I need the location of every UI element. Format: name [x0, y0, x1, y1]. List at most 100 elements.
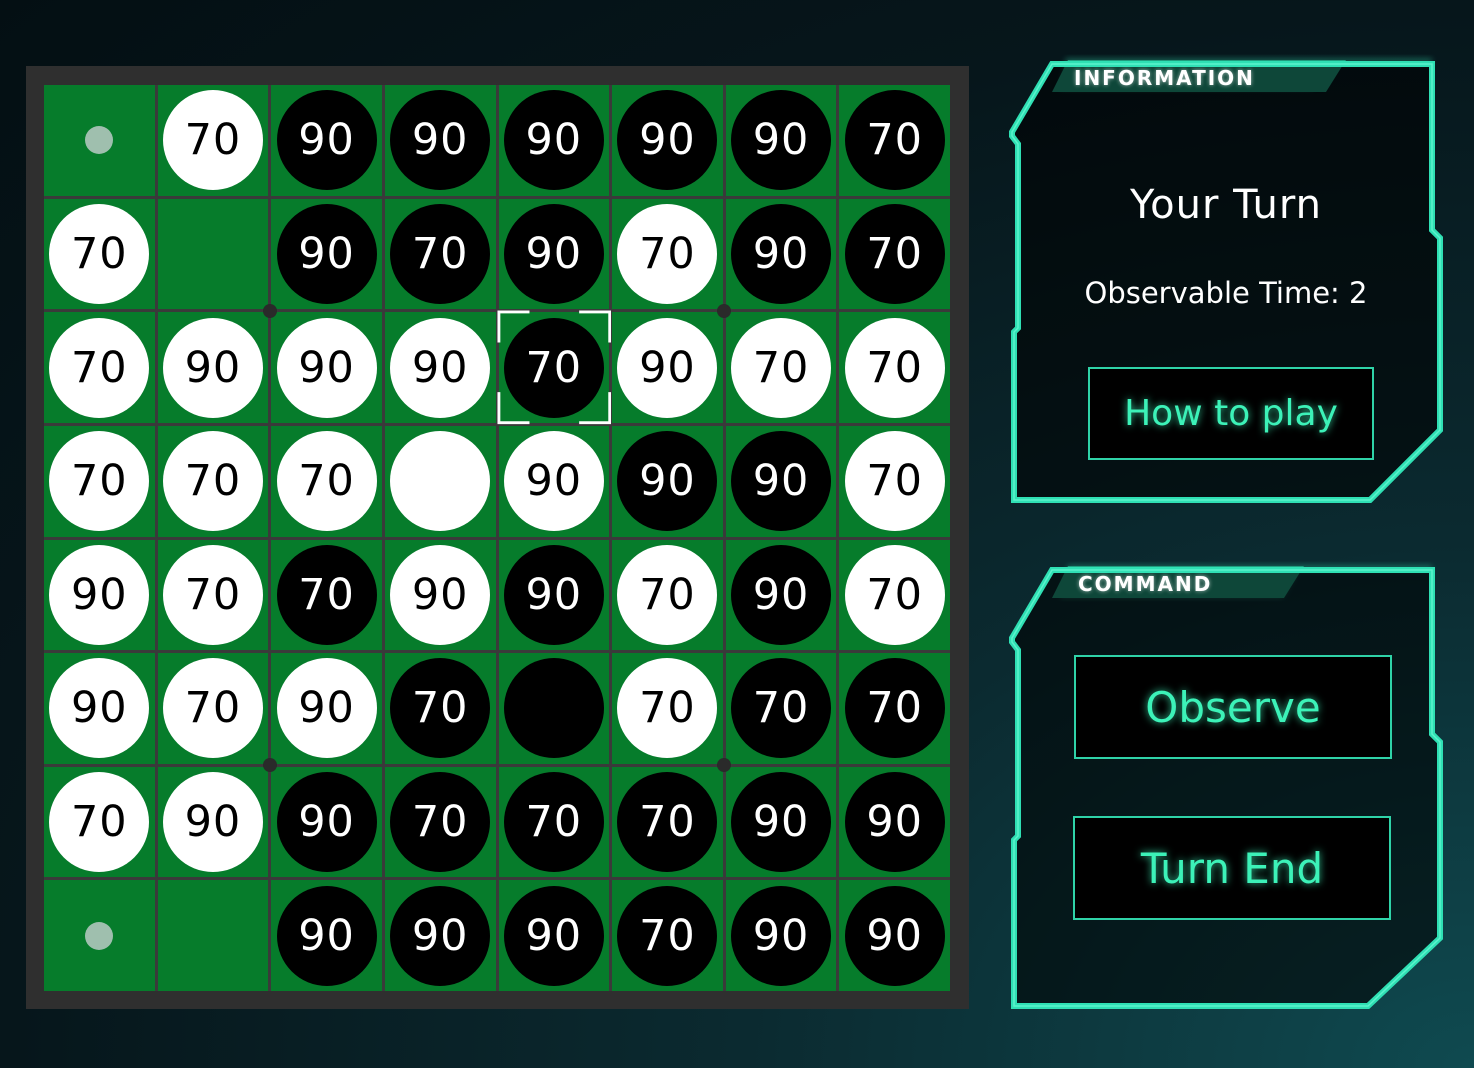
board-cell-r8-c1[interactable]: [44, 880, 155, 991]
board-cell-r4-c8[interactable]: 70: [839, 425, 950, 537]
board-cell-r1-c2[interactable]: 70: [157, 85, 269, 196]
black-disc: 90: [844, 772, 945, 873]
how-to-play-button[interactable]: How to play: [1088, 367, 1374, 460]
black-disc: 90: [276, 885, 377, 986]
white-disc: 90: [617, 317, 718, 418]
board-cell-r1-c7[interactable]: 90: [725, 85, 837, 196]
board-cell-r5-c5[interactable]: 90: [498, 539, 610, 651]
board-cell-r6-c7[interactable]: 70: [725, 653, 837, 764]
board-cell-r3-c5[interactable]: 70: [496, 310, 611, 425]
black-disc: 70: [503, 772, 604, 873]
board-cell-r1-c5[interactable]: 90: [498, 85, 610, 196]
white-disc: 70: [617, 658, 718, 759]
board-cell-r4-c5[interactable]: 90: [498, 425, 610, 537]
black-disc: 90: [731, 203, 832, 304]
black-disc: 90: [617, 431, 718, 532]
board-cell-r7-c7[interactable]: 90: [725, 766, 837, 878]
white-disc: 70: [162, 431, 263, 532]
board-cell-r6-c5[interactable]: [498, 653, 610, 764]
board-cell-r7-c8[interactable]: 90: [839, 766, 950, 878]
board-cell-r6-c1[interactable]: 90: [44, 653, 155, 764]
black-disc: 90: [731, 431, 832, 532]
board-cell-r4-c4[interactable]: [384, 425, 496, 537]
turn-status-text: Your Turn: [1130, 182, 1322, 228]
board-cell-r6-c4[interactable]: 70: [384, 653, 496, 764]
board-cell-r5-c2[interactable]: 70: [157, 539, 269, 651]
board-cell-r5-c8[interactable]: 70: [839, 539, 950, 651]
board-cell-r2-c5[interactable]: 90: [498, 198, 610, 310]
board-cell-r2-c4[interactable]: 70: [384, 198, 496, 310]
board-cell-r7-c5[interactable]: 70: [498, 766, 610, 878]
board-cell-r8-c7[interactable]: 90: [725, 880, 837, 991]
black-disc: 70: [617, 772, 718, 873]
board-cell-r1-c4[interactable]: 90: [384, 85, 496, 196]
board-cell-r3-c6[interactable]: 90: [612, 312, 723, 423]
board-cell-r5-c1[interactable]: 90: [44, 539, 155, 651]
black-disc: 90: [503, 544, 604, 645]
board-star-point: [717, 758, 732, 773]
board-cell-r5-c7[interactable]: 90: [725, 539, 837, 651]
board-cell-r7-c2[interactable]: 90: [157, 766, 269, 878]
board-cell-r2-c1[interactable]: 70: [44, 198, 155, 310]
black-disc: 90: [731, 772, 832, 873]
board-cell-r3-c1[interactable]: 70: [44, 312, 155, 423]
board-cell-r6-c6[interactable]: 70: [612, 653, 723, 764]
board-cell-r3-c8[interactable]: 70: [839, 312, 950, 423]
white-disc: 90: [276, 317, 377, 418]
board-cell-r2-c7[interactable]: 90: [725, 198, 837, 310]
white-disc: 70: [617, 544, 718, 645]
board-cell-r2-c3[interactable]: 90: [271, 198, 382, 310]
board-cell-r4-c7[interactable]: 90: [725, 425, 837, 537]
board-star-point: [262, 758, 277, 773]
board-cell-r8-c5[interactable]: 90: [498, 880, 610, 991]
board-cell-r5-c4[interactable]: 90: [384, 539, 496, 651]
board-cell-r1-c8[interactable]: 70: [839, 85, 950, 196]
board-cell-r6-c3[interactable]: 90: [271, 653, 382, 764]
board-cell-r5-c6[interactable]: 70: [612, 539, 723, 651]
white-disc: 90: [162, 317, 263, 418]
board-cell-r3-c7[interactable]: 70: [725, 312, 837, 423]
board-cell-r7-c4[interactable]: 70: [384, 766, 496, 878]
board-cell-r7-c6[interactable]: 70: [612, 766, 723, 878]
observable-time-text: Observable Time: 2: [1084, 276, 1368, 310]
black-disc: 90: [731, 544, 832, 645]
white-disc: 90: [390, 544, 491, 645]
black-disc: 70: [390, 658, 491, 759]
board-cell-r7-c3[interactable]: 90: [271, 766, 382, 878]
board-cell-r8-c3[interactable]: 90: [271, 880, 382, 991]
board-cell-r6-c2[interactable]: 70: [157, 653, 269, 764]
board-cell-r1-c1[interactable]: [44, 85, 155, 196]
board-cell-r3-c2[interactable]: 90: [157, 312, 269, 423]
observe-button[interactable]: Observe: [1074, 655, 1392, 759]
board-cell-r8-c6[interactable]: 70: [612, 880, 723, 991]
black-disc: 70: [390, 772, 491, 873]
board-cell-r8-c4[interactable]: 90: [384, 880, 496, 991]
board-cell-r3-c4[interactable]: 90: [384, 312, 496, 423]
white-disc: 90: [49, 658, 150, 759]
black-disc: 70: [617, 885, 718, 986]
board-cell-r4-c6[interactable]: 90: [612, 425, 723, 537]
board-cell-r3-c3[interactable]: 90: [271, 312, 382, 423]
board-star-point: [717, 303, 732, 318]
board-cell-r2-c6[interactable]: 70: [612, 198, 723, 310]
turn-end-button[interactable]: Turn End: [1073, 816, 1391, 920]
board-cell-r4-c2[interactable]: 70: [157, 425, 269, 537]
board-cell-r4-c1[interactable]: 70: [44, 425, 155, 537]
board-cell-r2-c2[interactable]: [157, 198, 269, 310]
board-cell-r2-c8[interactable]: 70: [839, 198, 950, 310]
black-disc: 70: [844, 658, 945, 759]
board-cell-r7-c1[interactable]: 70: [44, 766, 155, 878]
black-disc: 70: [844, 203, 945, 304]
white-disc: 90: [162, 772, 263, 873]
board-cell-r8-c2[interactable]: [157, 880, 269, 991]
board-cell-r8-c8[interactable]: 90: [839, 880, 950, 991]
white-disc: 70: [844, 544, 945, 645]
board-cell-r1-c3[interactable]: 90: [271, 85, 382, 196]
black-disc: 70: [503, 317, 604, 418]
black-disc: 70: [844, 90, 945, 191]
board-cell-r5-c3[interactable]: 70: [271, 539, 382, 651]
white-disc: [390, 431, 491, 532]
board-cell-r1-c6[interactable]: 90: [612, 85, 723, 196]
board-cell-r6-c8[interactable]: 70: [839, 653, 950, 764]
board-cell-r4-c3[interactable]: 70: [271, 425, 382, 537]
